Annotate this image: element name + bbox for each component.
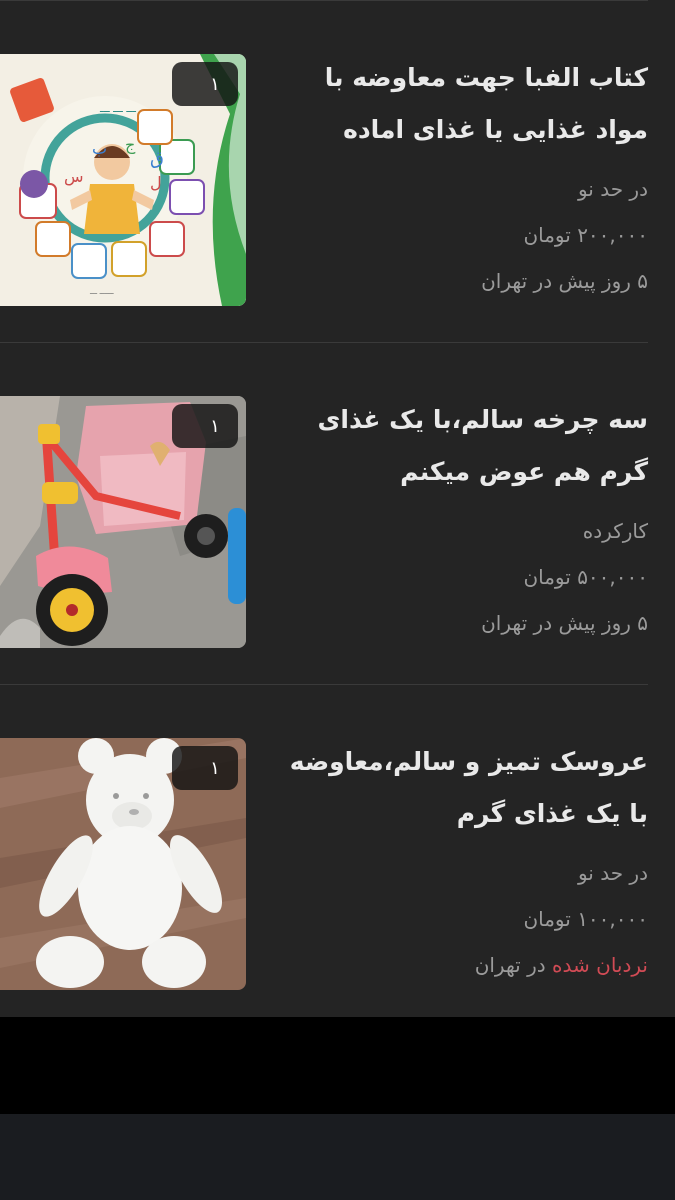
bottom-nav-bar <box>0 1114 675 1200</box>
listing-time-location: نردبان شده در تهران <box>266 942 648 988</box>
screen: ـــ ـــ ـــ ــــــ ـــ ق ج ب س ل ۱ کتاب … <box>0 0 675 1200</box>
image-count-badge: ۱ <box>172 62 238 106</box>
listing-thumbnail[interactable]: ـــ ـــ ـــ ــــــ ـــ ق ج ب س ل ۱ <box>0 54 246 306</box>
listing-title[interactable]: سه چرخه سالم،با یک غذای گرم هم عوض میکنم <box>266 394 648 498</box>
listing-feed[interactable]: ـــ ـــ ـــ ــــــ ـــ ق ج ب س ل ۱ کتاب … <box>0 0 675 1017</box>
listing-condition: کارکرده <box>582 519 648 543</box>
image-count: ۱ <box>210 415 220 437</box>
divider <box>0 684 648 685</box>
listing-title[interactable]: عروسک تمیز و سالم،معاوضه با یک غذای گرم <box>266 736 648 840</box>
listing-card-tricycle[interactable]: ۱ سه چرخه سالم،با یک غذای گرم هم عوض میک… <box>0 396 675 738</box>
listing-condition: در حد نو <box>577 177 648 201</box>
bottom-spacer <box>0 1017 675 1114</box>
listing-location: در تهران <box>474 953 546 977</box>
listing-price: ۵۰۰,۰۰۰ تومان <box>523 565 648 589</box>
listing-price: ۲۰۰,۰۰۰ تومان <box>523 223 648 247</box>
image-count: ۱ <box>210 757 220 779</box>
listing-thumbnail[interactable]: ۱ <box>0 396 246 648</box>
listing-time-location: ۵ روز پیش در تهران <box>481 269 648 293</box>
divider <box>0 342 648 343</box>
listing-title[interactable]: کتاب الفبا جهت معاوضه با مواد غذایی یا غ… <box>266 52 648 156</box>
svg-text:ـــ ـــ ـــ: ـــ ـــ ـــ <box>99 102 137 115</box>
image-count-badge: ۱ <box>172 746 238 790</box>
svg-text:ل: ل <box>150 173 162 192</box>
listing-time-location: ۵ روز پیش در تهران <box>481 611 648 635</box>
listing-condition: در حد نو <box>577 861 648 885</box>
divider <box>0 0 648 1</box>
svg-text:ق: ق <box>150 148 164 169</box>
image-count-badge: ۱ <box>172 404 238 448</box>
listing-thumbnail[interactable]: ۱ <box>0 738 246 990</box>
listing-info: عروسک تمیز و سالم،معاوضه با یک غذای گرم … <box>266 738 648 988</box>
listing-card-alphabet-book[interactable]: ـــ ـــ ـــ ــــــ ـــ ق ج ب س ل ۱ کتاب … <box>0 54 675 396</box>
svg-text:ب: ب <box>92 139 107 158</box>
ladder-badge: نردبان شده <box>552 953 648 977</box>
listing-price: ۱۰۰,۰۰۰ تومان <box>523 907 648 931</box>
svg-text:ج: ج <box>125 135 136 155</box>
listing-info: سه چرخه سالم،با یک غذای گرم هم عوض میکنم… <box>266 396 648 646</box>
svg-text:س: س <box>64 167 84 186</box>
image-count: ۱ <box>210 73 220 95</box>
listing-info: کتاب الفبا جهت معاوضه با مواد غذایی یا غ… <box>266 54 648 304</box>
svg-text:ــــــ ـــ: ــــــ ـــ <box>89 287 114 296</box>
